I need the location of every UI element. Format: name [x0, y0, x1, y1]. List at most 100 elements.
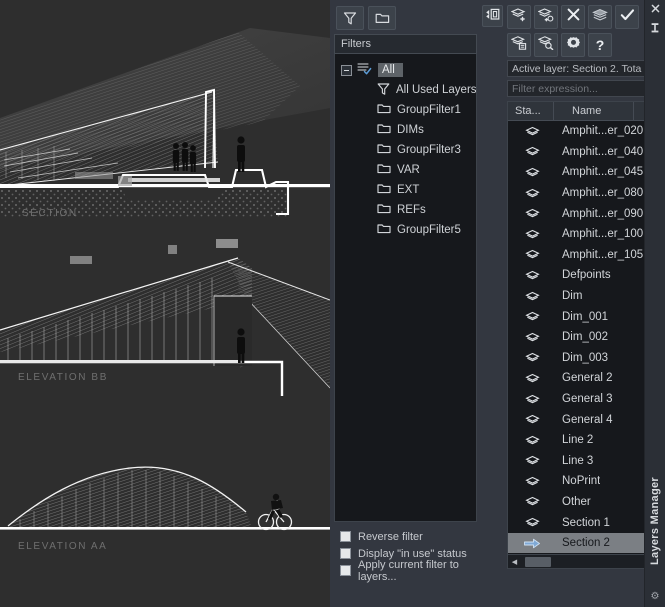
filter-expression-input[interactable]: Filter expression... — [507, 80, 661, 97]
table-row-active[interactable]: Section 2 — [508, 533, 660, 554]
layer-name: Dim_001 — [554, 311, 608, 323]
table-row[interactable]: Amphit...er_040 — [508, 142, 660, 163]
column-header-name[interactable]: Name — [554, 102, 634, 120]
table-row[interactable]: NoPrint — [508, 471, 660, 492]
layer-icon[interactable] — [510, 291, 554, 302]
table-row[interactable]: Line 3 — [508, 451, 660, 472]
layer-grid[interactable]: Sta... Name Amphit...er_020 — [507, 101, 661, 569]
close-palette-button[interactable] — [645, 0, 665, 20]
collapse-expander-icon[interactable] — [341, 65, 352, 76]
filter-tree-item-dims[interactable]: DIMs — [335, 120, 476, 140]
layer-icon[interactable] — [510, 146, 554, 157]
reverse-filter-checkbox[interactable] — [340, 531, 351, 542]
layer-icon[interactable] — [510, 167, 554, 178]
layer-icon[interactable] — [510, 188, 554, 199]
layer-icon[interactable] — [510, 394, 554, 405]
table-row[interactable]: Amphit...er_045 — [508, 162, 660, 183]
help-button[interactable]: ? — [588, 33, 612, 57]
layer-icon[interactable] — [510, 249, 554, 260]
scroll-left-arrow-icon[interactable]: ◀ — [508, 558, 521, 566]
table-row[interactable]: Section 1 — [508, 512, 660, 533]
layer-name: Amphit...er_020 — [554, 125, 643, 137]
table-row[interactable]: Dim_003 — [508, 348, 660, 369]
table-row[interactable]: Defpoints — [508, 265, 660, 286]
layer-rows[interactable]: Amphit...er_020 Amphit...er_040 — [508, 121, 660, 568]
layer-properties-manager-palette: Filters A — [330, 0, 665, 607]
filter-tree-item-ext[interactable]: EXT — [335, 180, 476, 200]
layer-icon[interactable] — [510, 476, 554, 487]
layer-icon[interactable] — [510, 311, 554, 322]
layer-icon[interactable] — [510, 229, 554, 240]
layer-walk-button[interactable] — [534, 33, 558, 57]
reverse-filter-checkbox-row[interactable]: Reverse filter — [340, 528, 475, 545]
layer-icon[interactable] — [510, 208, 554, 219]
layer-icon[interactable] — [510, 332, 554, 343]
autocad-window: SECTION ELEVATION BB ELEVATION AA — [0, 0, 665, 607]
filter-tree-item-label: GroupFilter1 — [397, 104, 461, 116]
filter-tree-item-all-used-layers[interactable]: All Used Layers — [335, 80, 476, 100]
table-row[interactable]: Dim — [508, 286, 660, 307]
palette-title: Layers Manager — [649, 40, 661, 591]
layer-states-manager-button[interactable] — [507, 33, 531, 57]
display-in-use-status-checkbox[interactable] — [340, 548, 351, 559]
table-row[interactable]: General 4 — [508, 409, 660, 430]
layer-icon[interactable] — [510, 126, 554, 137]
filters-tree[interactable]: All All Used Layers — [334, 54, 477, 522]
close-icon — [651, 4, 660, 16]
current-layer-arrow-icon[interactable] — [510, 537, 554, 550]
table-row[interactable]: General 3 — [508, 389, 660, 410]
table-row[interactable]: Amphit...er_020 — [508, 121, 660, 142]
layer-name: Amphit...er_105 — [554, 249, 643, 261]
table-row[interactable]: Amphit...er_090 — [508, 203, 660, 224]
table-row[interactable]: Amphit...er_080 — [508, 183, 660, 204]
layer-icon[interactable] — [510, 517, 554, 528]
new-property-filter-button[interactable] — [336, 6, 364, 30]
layer-icon[interactable] — [510, 455, 554, 466]
auto-hide-pin-button[interactable] — [645, 20, 665, 40]
new-layer-vp-frozen-button[interactable] — [534, 5, 558, 29]
filter-tree-item-groupfilter1[interactable]: GroupFilter1 — [335, 100, 476, 120]
layer-icon[interactable] — [510, 352, 554, 363]
merge-layer-button[interactable] — [588, 5, 612, 29]
section-drawing — [0, 28, 330, 218]
layer-icon[interactable] — [510, 270, 554, 281]
new-layer-button[interactable] — [507, 5, 531, 29]
filter-tree-item-label: VAR — [397, 164, 420, 176]
filter-tree-item-refs[interactable]: REFs — [335, 200, 476, 220]
apply-current-filter-checkbox[interactable] — [340, 565, 351, 576]
delete-layer-button[interactable] — [561, 5, 585, 29]
collapse-panel-button[interactable] — [482, 5, 503, 27]
table-row[interactable]: Line 2 — [508, 430, 660, 451]
column-header-status[interactable]: Sta... — [508, 102, 554, 120]
table-row[interactable]: Amphit...er_100 — [508, 224, 660, 245]
layer-icon[interactable] — [510, 414, 554, 425]
layer-icon[interactable] — [510, 496, 554, 507]
palette-properties-icon[interactable]: ⚙ — [651, 591, 660, 607]
horizontal-scrollbar-track[interactable] — [521, 556, 647, 568]
floating-marker — [168, 245, 177, 254]
filter-tree-item-groupfilter3[interactable]: GroupFilter3 — [335, 140, 476, 160]
layer-name: Line 3 — [554, 455, 593, 467]
folder-icon — [377, 162, 391, 178]
filter-tree-item-all[interactable]: All — [335, 60, 476, 80]
layer-icon[interactable] — [510, 435, 554, 446]
filter-tree-item-label: GroupFilter3 — [397, 144, 461, 156]
set-current-button[interactable] — [615, 5, 639, 29]
table-row[interactable]: Dim_002 — [508, 327, 660, 348]
apply-current-filter-checkbox-row[interactable]: Apply current filter to layers... — [340, 562, 475, 579]
table-row[interactable]: Dim_001 — [508, 306, 660, 327]
table-row[interactable]: General 2 — [508, 368, 660, 389]
new-layer-icon — [511, 7, 527, 27]
filter-tree-item-groupfilter5[interactable]: GroupFilter5 — [335, 220, 476, 240]
layer-icon[interactable] — [510, 373, 554, 384]
filter-tree-item-label: All Used Layers — [396, 84, 477, 96]
drawing-canvas[interactable]: SECTION ELEVATION BB ELEVATION AA — [0, 0, 330, 607]
table-row[interactable]: Amphit...er_105 — [508, 245, 660, 266]
horizontal-scrollbar-thumb[interactable] — [525, 557, 551, 567]
new-group-filter-button[interactable] — [368, 6, 396, 30]
cyclist-body — [268, 494, 283, 520]
filter-tree-item-var[interactable]: VAR — [335, 160, 476, 180]
table-row[interactable]: Other — [508, 492, 660, 513]
settings-button[interactable] — [561, 33, 585, 57]
layer-list-horizontal-scrollbar[interactable]: ◀ ▶ — [508, 554, 660, 568]
